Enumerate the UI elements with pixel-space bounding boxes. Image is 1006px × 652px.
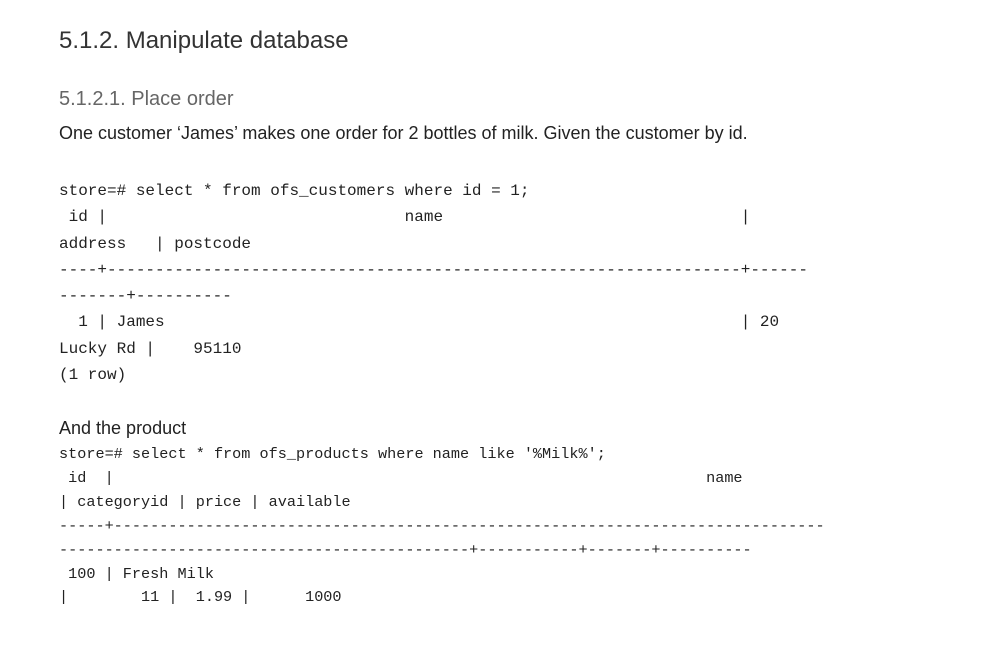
product-paragraph: And the product (59, 418, 187, 438)
code-line: address | postcode (59, 234, 252, 253)
code-line: 100 | Fresh Milk (59, 564, 214, 583)
customer-query-code-block: store=# select * from ofs_customers wher… (59, 178, 808, 388)
product-query-code-block: store=# select * from ofs_products where… (59, 443, 825, 610)
section-heading: 5.1.2. Manipulate database (59, 27, 349, 54)
code-line: Lucky Rd | 95110 (59, 339, 242, 358)
code-line: ----------------------------------------… (59, 540, 752, 559)
code-line: id | name (59, 468, 743, 487)
code-line: -------+---------- (59, 287, 232, 306)
code-line: | 11 | 1.99 | 1000 (59, 588, 342, 607)
code-line: store=# select * from ofs_customers wher… (59, 182, 530, 200)
code-line: (1 row) (59, 366, 127, 385)
code-line: | categoryid | price | available (59, 492, 351, 511)
code-line: store=# select * from ofs_products where… (59, 445, 606, 463)
intro-paragraph: One customer ‘James’ makes one order for… (59, 123, 748, 143)
code-line: 1 | James | 20 (59, 313, 780, 332)
code-line: id | name | (59, 208, 751, 227)
code-line: ----+-----------------------------------… (59, 260, 808, 279)
code-line: -----+----------------------------------… (59, 516, 825, 535)
subsection-heading: 5.1.2.1. Place order (59, 88, 234, 110)
